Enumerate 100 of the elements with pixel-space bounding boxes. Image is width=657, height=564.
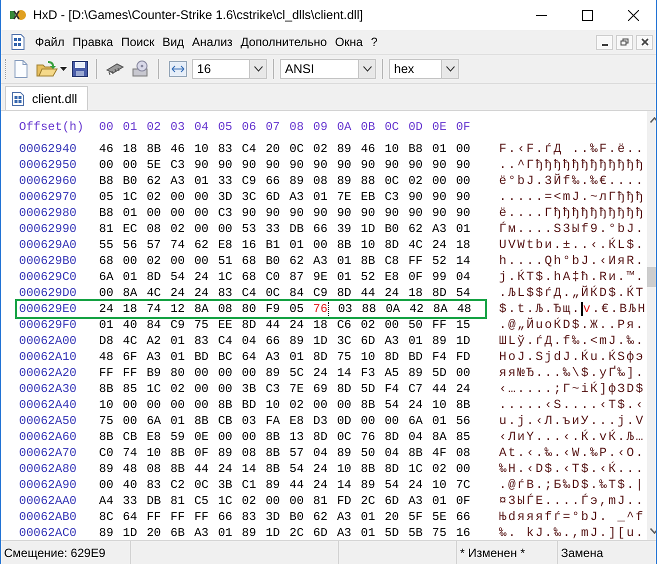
hex-byte[interactable]: 75 — [194, 318, 218, 332]
hex-byte[interactable]: 56 — [122, 238, 147, 252]
hex-byte[interactable]: 14 — [336, 366, 361, 380]
charset-dropdown[interactable]: ANSI — [280, 59, 376, 79]
hex-byte[interactable]: 39 — [336, 222, 361, 236]
hex-byte[interactable]: 46 — [99, 142, 123, 156]
hex-byte[interactable]: BD — [408, 350, 432, 364]
hex-byte[interactable]: 04 — [384, 446, 408, 460]
hex-byte[interactable]: BD — [194, 350, 218, 364]
hex-byte[interactable]: C4 — [242, 286, 266, 300]
hex-byte[interactable]: 9E — [313, 270, 337, 284]
hex-byte[interactable]: 44 — [289, 478, 314, 492]
hex-byte[interactable]: 24 — [194, 270, 218, 284]
hex-byte[interactable]: 44 — [194, 462, 218, 476]
hex-byte[interactable]: 01 — [122, 206, 147, 220]
hex-byte[interactable]: 00 — [242, 366, 266, 380]
hex-byte[interactable]: 01 — [313, 190, 337, 204]
hex-byte[interactable]: 08 — [218, 302, 242, 316]
hex-byte[interactable]: 8D — [242, 318, 266, 332]
hex-byte[interactable]: 00 — [122, 158, 147, 172]
ansi-text[interactable]: $.t.Љ.Ђщ.v.€.BЉH — [499, 302, 647, 316]
hex-byte[interactable]: 00 — [194, 222, 218, 236]
hex-byte[interactable]: 6D — [384, 494, 408, 508]
hex-byte[interactable]: C6 — [336, 318, 361, 332]
hex-byte[interactable]: C5 — [194, 494, 218, 508]
hex-byte[interactable]: 83 — [146, 478, 170, 492]
hex-byte[interactable]: E8 — [289, 414, 314, 428]
ansi-text[interactable]: ..^Гђђђђђђђђђђђђ — [499, 158, 645, 172]
hex-byte[interactable]: 90 — [408, 206, 432, 220]
hex-byte[interactable]: C3 — [218, 206, 242, 220]
hex-byte[interactable]: 8B — [170, 446, 194, 460]
hex-byte[interactable]: 74 — [146, 302, 170, 316]
hex-byte[interactable]: CB — [122, 430, 147, 444]
hex-byte[interactable]: 4C — [408, 238, 432, 252]
maximize-icon[interactable] — [582, 10, 592, 20]
hex-byte[interactable]: 57 — [146, 238, 170, 252]
hex-byte[interactable]: 3C — [336, 334, 361, 348]
hex-byte[interactable]: 1C — [146, 382, 170, 396]
hex-byte[interactable]: 8D — [384, 462, 408, 476]
hex-byte[interactable]: 00 — [266, 494, 290, 508]
hex-byte[interactable]: 05 — [289, 302, 314, 316]
hex-byte[interactable]: 00 — [456, 366, 480, 380]
hex-byte[interactable]: 6A — [408, 414, 432, 428]
hex-byte[interactable]: 10 — [360, 350, 385, 364]
hex-byte[interactable]: 62 — [289, 254, 314, 268]
hex-byte[interactable]: 76 — [360, 430, 385, 444]
hex-byte[interactable]: 48 — [122, 462, 147, 476]
hex-byte[interactable]: D8 — [99, 334, 123, 348]
hex-byte[interactable]: 1D — [456, 334, 480, 348]
hex-byte[interactable]: 90 — [218, 158, 242, 172]
hex-byte[interactable]: 64 — [242, 350, 266, 364]
hex-byte[interactable]: 7C — [456, 478, 480, 492]
hex-byte[interactable]: FF — [170, 510, 194, 524]
hex-byte[interactable]: 8B — [99, 382, 123, 396]
hex-byte[interactable]: 08 — [146, 462, 170, 476]
hex-byte[interactable]: 62 — [194, 238, 218, 252]
ansi-text[interactable]: ‹ЛиY...‹.Ќ.vЌ.Љ… — [499, 430, 645, 444]
hex-byte[interactable]: 16 — [242, 238, 266, 252]
hex-byte[interactable]: CB — [218, 414, 242, 428]
hex-byte[interactable]: 81 — [313, 494, 337, 508]
hex-byte[interactable]: F9 — [266, 302, 290, 316]
hex-byte[interactable]: 0C — [194, 478, 218, 492]
hex-byte[interactable]: 6A — [99, 270, 123, 284]
hex-byte[interactable]: 8A — [432, 430, 456, 444]
hex-byte[interactable]: 00 — [432, 174, 456, 188]
hex-byte[interactable]: 01 — [408, 334, 432, 348]
hex-byte[interactable]: 90 — [313, 206, 337, 220]
hex-byte[interactable]: 54 — [384, 478, 408, 492]
hex-byte[interactable]: 8C — [99, 510, 123, 524]
hex-byte[interactable]: 89 — [218, 446, 242, 460]
hex-byte[interactable]: 8A — [194, 302, 218, 316]
hex-byte[interactable]: FF — [408, 254, 432, 268]
hex-byte[interactable]: 89 — [432, 334, 456, 348]
hex-byte[interactable]: 10 — [266, 398, 290, 412]
hex-byte[interactable]: 0F — [456, 494, 480, 508]
hex-byte[interactable]: 3D — [266, 510, 290, 524]
hex-byte[interactable]: 08 — [146, 222, 170, 236]
hex-byte[interactable]: 75 — [336, 350, 361, 364]
hex-byte[interactable]: 89 — [99, 462, 123, 476]
hex-byte[interactable]: 48 — [99, 350, 123, 364]
hex-byte[interactable]: 24 — [456, 382, 480, 396]
hex-byte[interactable]: 03 — [338, 302, 362, 316]
menu-item[interactable]: Поиск — [117, 32, 158, 52]
hex-byte[interactable]: C2 — [170, 478, 194, 492]
hex-byte[interactable]: 56 — [456, 414, 480, 428]
restore-document-button[interactable] — [616, 34, 633, 50]
hex-byte[interactable]: D3 — [313, 414, 337, 428]
hex-byte[interactable]: FF — [146, 510, 170, 524]
hex-byte[interactable]: 00 — [456, 462, 480, 476]
hex-byte[interactable]: 1C — [408, 462, 432, 476]
hex-byte[interactable]: C4 — [242, 142, 266, 156]
hex-byte[interactable]: 76 — [313, 302, 330, 316]
hex-byte[interactable]: 8B — [266, 430, 290, 444]
hex-byte[interactable]: 74 — [122, 446, 147, 460]
hex-byte[interactable]: 2C — [289, 526, 314, 540]
hex-byte[interactable]: 14 — [336, 478, 361, 492]
hex-byte[interactable]: 05 — [99, 190, 123, 204]
hex-byte[interactable]: 00 — [194, 254, 218, 268]
hex-byte[interactable]: 69 — [313, 382, 337, 396]
hex-byte[interactable]: 2C — [360, 494, 385, 508]
